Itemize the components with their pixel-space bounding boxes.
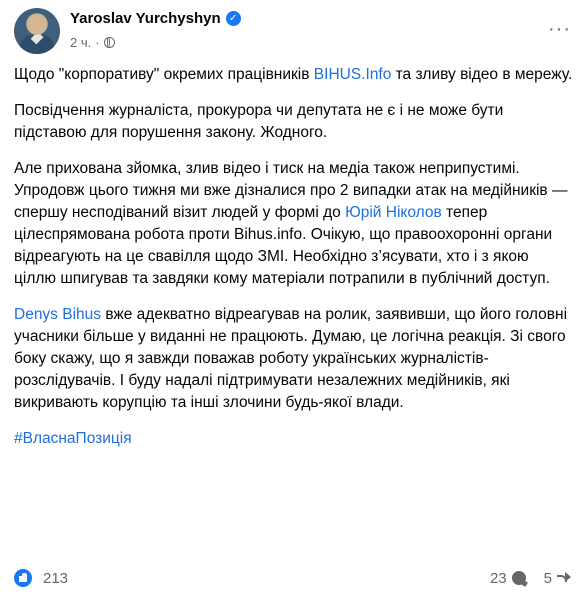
comments-count-button[interactable]: 23 xyxy=(490,570,526,587)
paragraph-1-text-b: та зливу відео в мережу. xyxy=(391,66,573,83)
post-meta: 2 ч. · xyxy=(70,35,115,50)
likes-count: 213 xyxy=(43,569,69,587)
paragraph-1-text-a: Щодо "корпоративу" окремих працівників xyxy=(14,66,314,83)
paragraph-3: Але прихована зйомка, злив відео і тиск … xyxy=(14,158,574,290)
paragraph-2: Посвідчення журналіста, прокурора чи деп… xyxy=(14,102,504,141)
post-time[interactable]: 2 ч. xyxy=(70,35,91,50)
post-body: Щодо "корпоративу" окремих працівників B… xyxy=(14,64,574,464)
mention-denys-bihus[interactable]: Denys Bihus xyxy=(14,306,101,323)
shares-count: 5 xyxy=(543,569,552,587)
separator-dot: · xyxy=(95,35,100,50)
verified-badge-icon: ✓ xyxy=(225,11,241,26)
hashtag-line: #ВласнаПозиція xyxy=(14,428,574,450)
avatar-face xyxy=(29,15,45,35)
post-header: Yaroslav Yurchyshyn ✓ 2 ч. · ··· xyxy=(14,8,571,58)
paragraph-1: Щодо "корпоративу" окремих працівників B… xyxy=(14,64,574,86)
avatar[interactable] xyxy=(14,8,60,54)
author-name-row: Yaroslav Yurchyshyn ✓ xyxy=(70,10,241,27)
shares-count-button[interactable]: 5 xyxy=(544,570,571,587)
comment-icon xyxy=(511,571,526,585)
globe-icon xyxy=(103,37,115,48)
comments-count: 23 xyxy=(489,569,507,587)
like-icon xyxy=(14,569,32,587)
author-name[interactable]: Yaroslav Yurchyshyn xyxy=(70,10,221,27)
mention-bihus-info[interactable]: BIHUS.Info xyxy=(314,66,392,83)
reactions-bar: 213 23 5 xyxy=(14,566,571,590)
hashtag-link[interactable]: #ВласнаПозиція xyxy=(14,430,132,447)
likes-count-button[interactable]: 213 xyxy=(14,569,68,587)
mention-yuriy-nikolov[interactable]: Юрій Ніколов xyxy=(345,204,442,221)
share-icon xyxy=(557,572,571,584)
more-options-button[interactable]: ··· xyxy=(548,18,571,41)
paragraph-4: Denys Bihus вже адекватно відреагував на… xyxy=(14,304,574,414)
